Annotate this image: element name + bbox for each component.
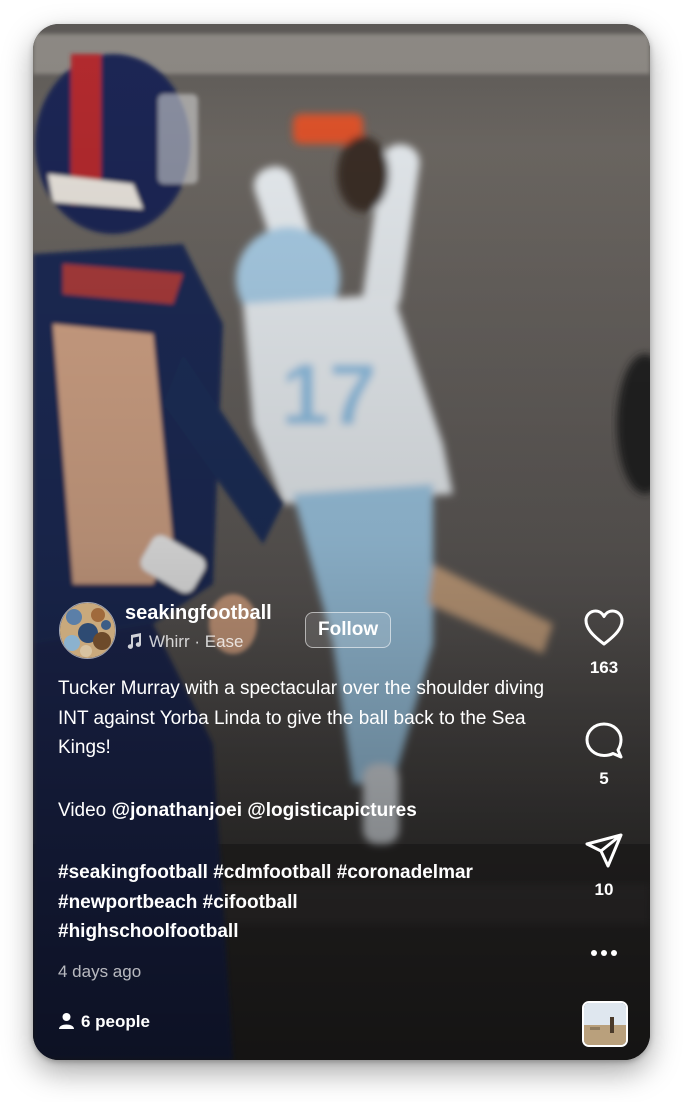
audio-separator: ·	[194, 632, 201, 651]
post-caption: Tucker Murray with a spectacular over th…	[58, 674, 558, 947]
audio-track[interactable]: Whirr · Ease	[125, 632, 244, 652]
share-count: 10	[594, 880, 614, 899]
hashtags-line-1[interactable]: #seakingfootball #cdmfootball #coronadel…	[58, 862, 473, 883]
follow-button[interactable]: Follow	[305, 612, 392, 648]
people-label: 6 people	[81, 1012, 150, 1031]
like-action[interactable]: 163	[574, 608, 634, 678]
audio-track-name: Ease	[204, 632, 244, 651]
hashtags-line-3[interactable]: #highschoolfootball	[58, 921, 239, 942]
credit-mention-2[interactable]: @logisticapictures	[247, 800, 417, 821]
caption-text: Tucker Murray with a spectacular over th…	[58, 678, 545, 758]
credit-prefix: Video	[58, 799, 107, 821]
post-header: seakingfootball Whirr · Ease Follow	[59, 602, 459, 662]
tagged-people[interactable]: 6 people	[58, 1012, 150, 1032]
comment-bubble-icon[interactable]	[574, 721, 634, 759]
reel-viewer: 17	[33, 24, 650, 1060]
credit-mention-1[interactable]: @jonathanjoei	[112, 800, 242, 821]
caption-credits: Video @jonathanjoei @logisticapictures	[58, 796, 558, 826]
person-icon	[58, 1012, 75, 1029]
audio-thumbnail[interactable]	[582, 1001, 628, 1047]
share-action[interactable]: 10	[574, 832, 634, 900]
hashtags-line-2[interactable]: #newportbeach #cifootball	[58, 892, 298, 913]
comment-action[interactable]: 5	[574, 721, 634, 789]
music-note-icon	[125, 632, 143, 650]
like-count: 163	[589, 658, 619, 677]
more-dots-icon[interactable]	[574, 944, 634, 962]
post-timestamp: 4 days ago	[58, 962, 142, 981]
audio-artist: Whirr	[149, 632, 190, 651]
comment-count: 5	[599, 769, 609, 788]
heart-icon[interactable]	[574, 608, 634, 648]
username[interactable]: seakingfootball	[125, 602, 272, 625]
paper-plane-icon[interactable]	[574, 832, 634, 870]
profile-avatar[interactable]	[59, 602, 116, 659]
